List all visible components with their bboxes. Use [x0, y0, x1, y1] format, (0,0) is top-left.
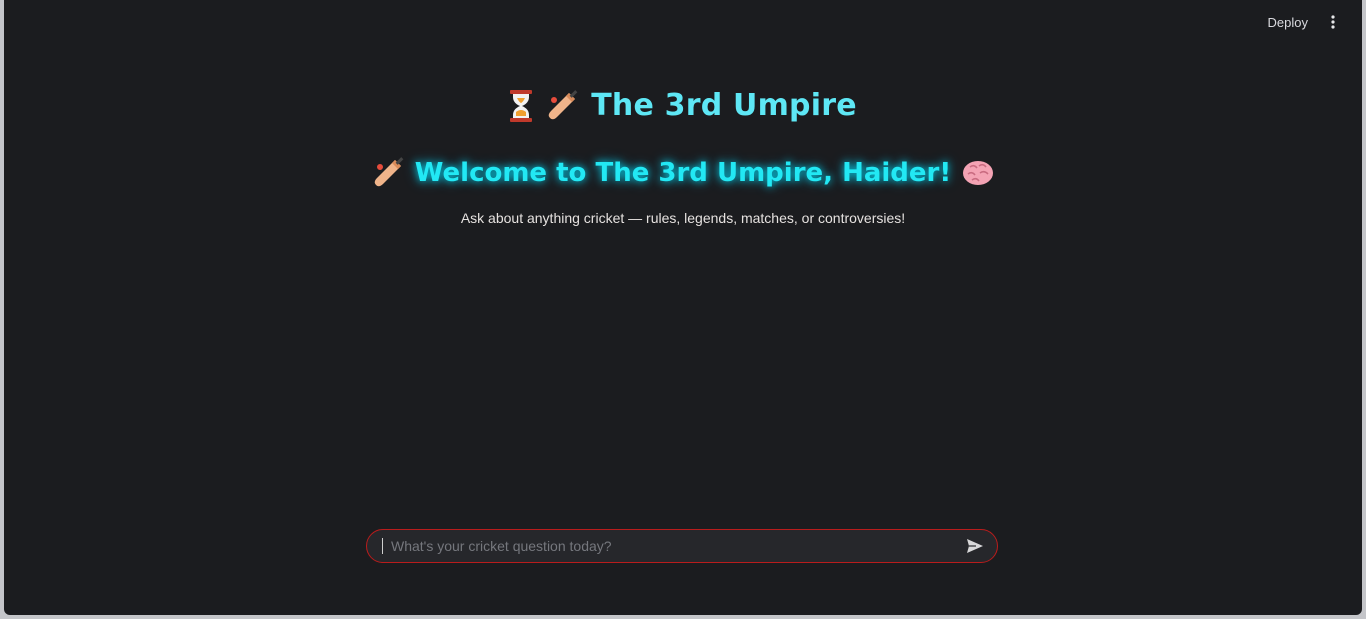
- deploy-button[interactable]: Deploy: [1266, 11, 1310, 34]
- app-window: Deploy The 3rd Umpire Welcome to The 3rd…: [4, 0, 1362, 615]
- top-toolbar: Deploy: [1266, 0, 1362, 44]
- send-icon[interactable]: [957, 530, 993, 562]
- hourglass-icon: [509, 89, 533, 123]
- subtitle: Ask about anything cricket — rules, lege…: [460, 210, 906, 226]
- brain-icon: [961, 158, 995, 188]
- page-title-row: The 3rd Umpire: [4, 88, 1362, 123]
- chat-input-container: [366, 529, 998, 563]
- welcome-row: Welcome to The 3rd Umpire, Haider!: [4, 156, 1362, 190]
- chat-input[interactable]: [383, 529, 957, 563]
- cricket-bat-icon: [371, 156, 405, 190]
- cricket-bat-icon: [545, 89, 579, 123]
- more-vertical-icon[interactable]: [1324, 13, 1342, 31]
- welcome-heading: Welcome to The 3rd Umpire, Haider!: [414, 158, 952, 188]
- page-title: The 3rd Umpire: [591, 88, 857, 123]
